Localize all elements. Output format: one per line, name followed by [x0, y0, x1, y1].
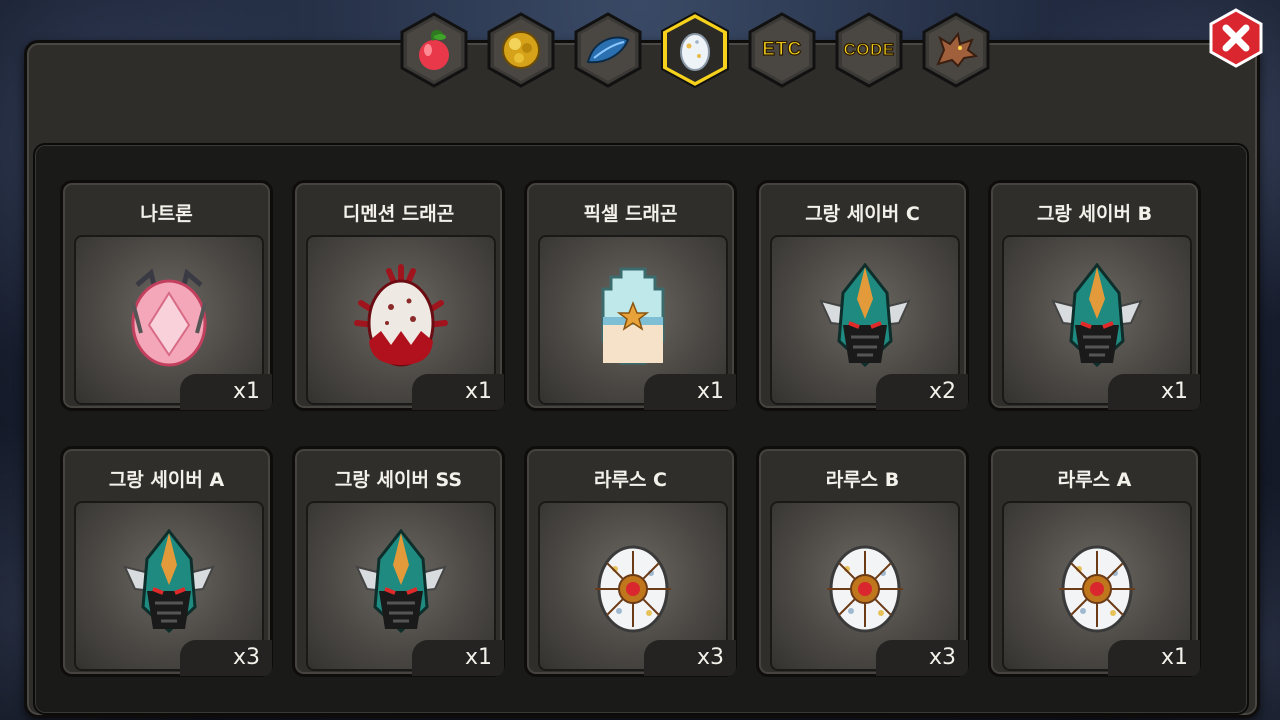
saber-helmet-icon: [1051, 263, 1143, 368]
saber-helmet-icon: [355, 529, 447, 634]
item-card[interactable]: 나트론 x1: [60, 180, 273, 411]
spiked-red-egg-icon: [354, 264, 448, 367]
item-name: 픽셀 드래곤: [583, 203, 678, 225]
item-name: 그랑 세이버 B: [1036, 203, 1153, 225]
item-name: 라루스 C: [594, 469, 667, 491]
item-count: x1: [412, 640, 504, 676]
tab-code-label: CODE: [843, 39, 895, 59]
item-name: 라루스 B: [825, 469, 900, 491]
egg-icon: [657, 12, 733, 88]
item-name: 라루스 A: [1057, 469, 1132, 491]
item-name: 그랑 세이버 C: [805, 203, 920, 225]
saber-helmet-icon: [123, 529, 215, 634]
item-count: x3: [876, 640, 968, 676]
item-card[interactable]: 디멘션 드래곤 x1: [292, 180, 505, 411]
tab-egg[interactable]: [657, 12, 733, 88]
egg-item-grid: 나트론 x1 디멘션 드래곤 x1 픽셀 드래곤 x1 그랑 세이버 C x2 …: [60, 180, 1201, 677]
item-count: x1: [644, 374, 736, 410]
close-button[interactable]: [1206, 8, 1266, 68]
saber-helmet-icon: [819, 263, 911, 368]
pink-egg-icon: [131, 268, 207, 367]
item-count: x3: [644, 640, 736, 676]
category-tabs: ETC CODE: [396, 12, 994, 88]
tab-dragon[interactable]: [918, 12, 994, 88]
larus-egg-icon: [595, 545, 671, 633]
fruit-icon: [396, 12, 472, 88]
item-count: x1: [412, 374, 504, 410]
item-name: 나트론: [140, 203, 193, 225]
item-card[interactable]: 라루스 A x1: [988, 446, 1201, 677]
tab-gold[interactable]: [483, 12, 559, 88]
item-count: x1: [180, 374, 272, 410]
item-count: x3: [180, 640, 272, 676]
item-count: x1: [1108, 640, 1200, 676]
item-card[interactable]: 그랑 세이버 SS x1: [292, 446, 505, 677]
gold-orb-icon: [483, 12, 559, 88]
item-card[interactable]: 라루스 C x3: [524, 446, 737, 677]
larus-egg-icon: [827, 545, 903, 633]
tab-feather[interactable]: [570, 12, 646, 88]
blue-feather-icon: [570, 12, 646, 88]
tab-etc-label: ETC: [762, 38, 802, 60]
item-count: x1: [1108, 374, 1200, 410]
tab-code[interactable]: CODE: [831, 12, 907, 88]
item-name: 디멘션 드래곤: [342, 203, 455, 225]
dragon-head-icon: [918, 12, 994, 88]
item-card[interactable]: 픽셀 드래곤 x1: [524, 180, 737, 411]
item-card[interactable]: 그랑 세이버 A x3: [60, 446, 273, 677]
item-card[interactable]: 그랑 세이버 B x1: [988, 180, 1201, 411]
larus-egg-icon: [1059, 545, 1135, 633]
tab-etc[interactable]: ETC: [744, 12, 820, 88]
close-icon: [1209, 8, 1263, 68]
item-name: 그랑 세이버 SS: [334, 469, 463, 491]
tab-fruit[interactable]: [396, 12, 472, 88]
item-count: x2: [876, 374, 968, 410]
item-card[interactable]: 그랑 세이버 C x2: [756, 180, 969, 411]
item-card[interactable]: 라루스 B x3: [756, 446, 969, 677]
item-name: 그랑 세이버 A: [108, 469, 225, 491]
pixel-egg-icon: [601, 267, 665, 365]
